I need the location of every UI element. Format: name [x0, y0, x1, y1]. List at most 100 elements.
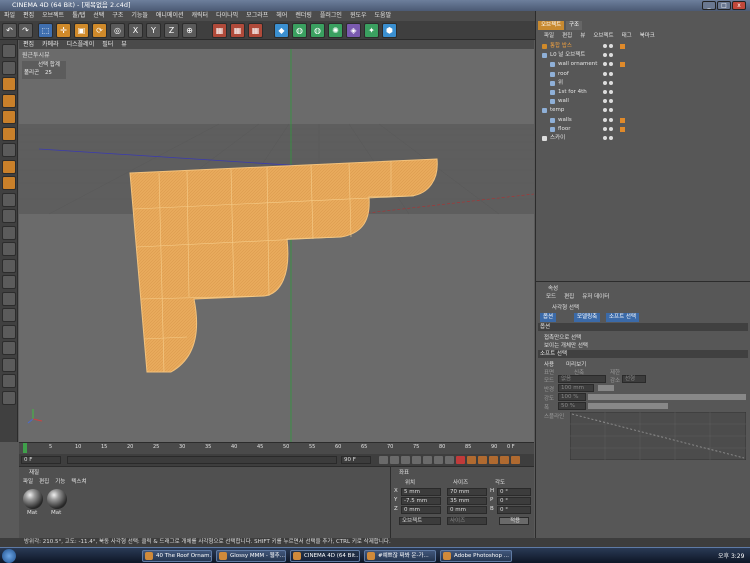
camera-icon[interactable]: ⬢	[382, 23, 397, 38]
left-tool-icon-14[interactable]	[2, 275, 16, 289]
close-button[interactable]: x	[732, 1, 746, 10]
viewport-menu-0[interactable]: 편집	[19, 40, 38, 49]
left-tool-icon-8[interactable]	[2, 176, 16, 190]
apply-button[interactable]: 적용	[499, 517, 529, 525]
left-tool-icon-9[interactable]	[2, 192, 16, 207]
object-row[interactable]: 위	[536, 79, 749, 88]
menu-item-5[interactable]: 구조	[108, 11, 127, 21]
width-slider[interactable]	[588, 403, 668, 409]
nurbs-icon[interactable]: ◍	[292, 23, 307, 38]
object-visibility-render[interactable]	[609, 136, 613, 140]
y-axis-icon[interactable]: Y	[146, 23, 161, 38]
menu-item-1[interactable]: 편집	[19, 11, 38, 21]
material-ball-1[interactable]	[23, 489, 43, 509]
viewport-menu-2[interactable]: 디스플레이	[63, 40, 99, 49]
object-visibility-render[interactable]	[609, 99, 613, 104]
left-tool-icon-2[interactable]	[2, 77, 16, 91]
rotate-icon[interactable]: ⟳	[92, 23, 107, 38]
menu-item-9[interactable]: 다이나믹	[212, 11, 242, 21]
redo-icon[interactable]: ↷	[18, 23, 33, 38]
material-menu-3[interactable]: 텍스쳐	[71, 477, 86, 485]
autokey-icon[interactable]	[467, 456, 476, 464]
menu-item-2[interactable]: 오브젝트	[38, 11, 68, 21]
material-name-1[interactable]: Mat	[27, 510, 37, 516]
goto-start-icon[interactable]	[379, 456, 388, 464]
render-view-icon[interactable]: ▦	[212, 23, 227, 38]
live-select-icon[interactable]: ◎	[110, 23, 125, 38]
object-visibility-editor[interactable]	[603, 90, 607, 94]
next-frame-icon[interactable]	[423, 456, 432, 464]
world-icon[interactable]: ⊕	[182, 23, 197, 38]
position-x-field[interactable]: 5 mm	[401, 488, 441, 496]
falloff-spline-graph[interactable]	[570, 412, 746, 460]
menu-item-3[interactable]: 툴/탭	[68, 11, 89, 21]
maximize-button[interactable]: □	[717, 1, 731, 10]
material-name-2[interactable]: Mat	[51, 510, 61, 516]
object-visibility-render[interactable]	[609, 62, 613, 67]
menu-item-11[interactable]: 헤어	[272, 11, 291, 21]
menu-item-12[interactable]: 렌더링	[291, 11, 316, 21]
render-settings-icon[interactable]: ▦	[248, 23, 263, 38]
menu-item-15[interactable]: 도움말	[371, 11, 396, 21]
object-visibility-editor[interactable]	[603, 53, 607, 58]
option-visible-only[interactable]: 보이는 개체만 선택	[544, 341, 588, 349]
left-tool-icon-11[interactable]	[2, 225, 16, 240]
tab-modeling-axis[interactable]: 모델링축	[574, 313, 601, 322]
timeline-playhead[interactable]	[23, 443, 27, 453]
scene-icon[interactable]: ◈	[346, 23, 361, 38]
object-visibility-render[interactable]	[609, 80, 613, 85]
left-tool-icon-17[interactable]	[2, 324, 16, 339]
left-tool-icon-4[interactable]	[2, 110, 16, 124]
mode-select[interactable]: 없음	[558, 375, 606, 383]
play-icon[interactable]	[412, 456, 421, 464]
object-tag-icon[interactable]	[620, 117, 625, 123]
tab-options[interactable]: 옵션	[540, 313, 557, 322]
position-y-field[interactable]: -7.5 mm	[401, 497, 441, 505]
object-visibility-editor[interactable]	[603, 108, 607, 113]
taskbar-item-1[interactable]: Glossy MMM - 웹추...	[216, 550, 286, 562]
object-name[interactable]: roof	[558, 70, 569, 79]
object-row[interactable]: wall ornament	[536, 60, 749, 69]
object-name[interactable]: 1st for 4th	[558, 88, 587, 97]
menu-item-13[interactable]: 플러그인	[316, 11, 346, 21]
object-visibility-render[interactable]	[609, 126, 613, 131]
object-name[interactable]: L0 널 오브젝트	[550, 51, 585, 60]
left-tool-icon-13[interactable]	[2, 258, 16, 273]
menu-item-8[interactable]: 캐릭터	[188, 11, 213, 21]
left-tool-icon-21[interactable]	[2, 390, 16, 405]
size-y-field[interactable]: 35 mm	[447, 497, 487, 505]
attributes-menu-2[interactable]: 유저 데이터	[582, 292, 609, 300]
x-axis-icon[interactable]: X	[128, 23, 143, 38]
object-visibility-render[interactable]	[609, 44, 613, 48]
object-row[interactable]: walls	[536, 116, 749, 125]
menu-item-6[interactable]: 기능들	[127, 11, 152, 21]
radius-slider[interactable]	[598, 385, 614, 391]
tab-structure[interactable]: 구조	[566, 21, 583, 30]
taskbar-item-0[interactable]: 40 The Roof Ornam...	[142, 550, 212, 562]
menu-item-7[interactable]: 애니메이션	[152, 11, 188, 21]
start-frame-field[interactable]: 0 F	[21, 456, 61, 464]
object-row[interactable]: 통합 밥스	[536, 42, 749, 51]
object-tag-icon[interactable]	[620, 44, 625, 49]
object-menu-3[interactable]: 오브젝트	[593, 31, 613, 39]
object-visibility-editor[interactable]	[603, 80, 607, 85]
strength-field[interactable]: 100 %	[558, 393, 586, 401]
strength-slider[interactable]	[588, 394, 746, 400]
object-visibility-render[interactable]	[609, 71, 613, 76]
object-name[interactable]: 위	[558, 79, 563, 88]
left-tool-icon-1[interactable]	[2, 60, 16, 75]
tab-objects[interactable]: 오브젝트	[538, 21, 565, 30]
next-key-icon[interactable]	[434, 456, 443, 464]
position-z-field[interactable]: 0 mm	[401, 506, 441, 514]
left-tool-icon-12[interactable]	[2, 242, 16, 256]
material-ball-2[interactable]	[47, 489, 67, 509]
object-name[interactable]: floor	[558, 125, 570, 134]
object-menu-0[interactable]: 파일	[544, 31, 554, 39]
tab-soft-selection[interactable]: 소프트 선택	[606, 313, 640, 322]
array-icon[interactable]: ◍	[310, 23, 325, 38]
attributes-menu-0[interactable]: 모드	[546, 292, 556, 300]
minimize-button[interactable]: _	[702, 1, 716, 10]
taskbar-item-2[interactable]: CINEMA 4D (64 Bit...	[290, 550, 360, 562]
left-tool-icon-10[interactable]	[2, 209, 16, 223]
move-icon[interactable]: ✛	[56, 23, 71, 38]
